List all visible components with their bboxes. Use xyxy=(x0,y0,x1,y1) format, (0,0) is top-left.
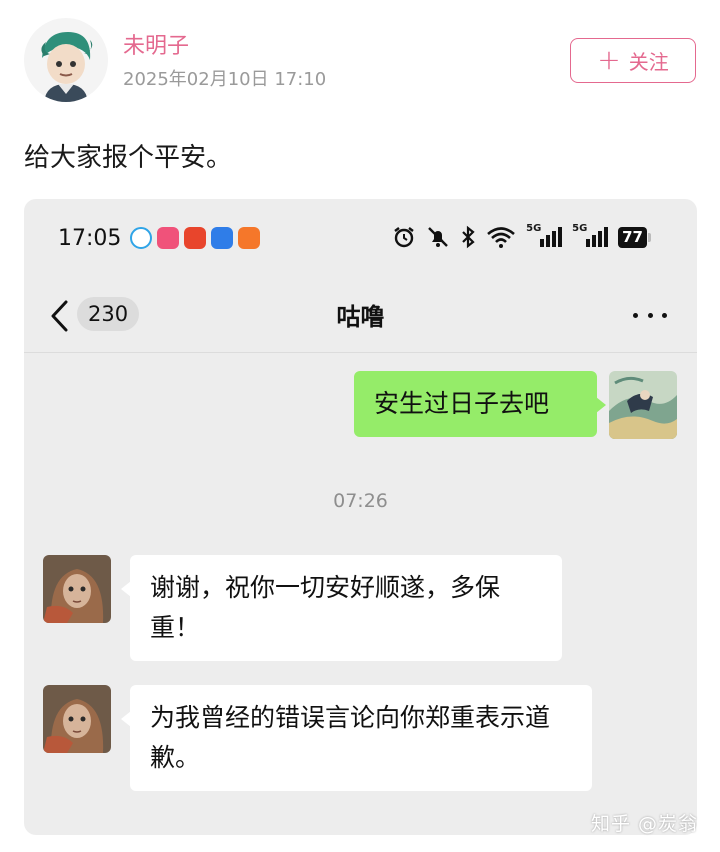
author-name[interactable]: 未明子 xyxy=(123,28,189,60)
my-avatar[interactable] xyxy=(609,371,677,439)
bluetooth-icon xyxy=(462,225,475,249)
battery-icon: 77 xyxy=(618,226,651,248)
system-status-icons: 5G 5G 77 xyxy=(392,223,651,249)
author-avatar[interactable] xyxy=(24,18,108,102)
message-app-icon xyxy=(130,227,152,249)
message-bubble-incoming[interactable]: 谢谢，祝你一切安好顺遂，多保重！ xyxy=(121,555,562,661)
shopping-app-icon xyxy=(184,227,206,249)
status-time: 17:05 xyxy=(58,226,122,251)
more-icon[interactable] xyxy=(633,303,667,327)
phone-app-icon xyxy=(211,227,233,249)
alarm-icon xyxy=(394,227,414,248)
plus-icon: + xyxy=(597,42,621,76)
follow-label: 关注 xyxy=(628,50,669,74)
network-type-label: 5G xyxy=(526,223,542,234)
signal-icon: 5G xyxy=(526,223,563,247)
contact-avatar[interactable] xyxy=(43,555,111,623)
contact-avatar[interactable] xyxy=(43,685,111,753)
status-bar: 17:05 5G 5G 77 xyxy=(24,199,697,279)
message-bubble-incoming[interactable]: 为我曾经的错误言论向你郑重表示道歉。 xyxy=(121,685,592,791)
signal-icon: 5G xyxy=(572,223,609,247)
chat-nav-bar: 230 咕噜 xyxy=(24,279,697,353)
network-type-label: 5G xyxy=(572,223,588,234)
notification-app-icons xyxy=(130,227,260,249)
chat-screenshot-image[interactable]: 17:05 5G 5G 77 230 咕噜 安生过日子去吧 07:26 谢谢，祝… xyxy=(24,199,697,835)
chat-title: 咕噜 xyxy=(336,303,385,331)
taobao-app-icon xyxy=(238,227,260,249)
watermark: 知乎 @炭翁 xyxy=(590,813,698,835)
mute-icon xyxy=(428,227,448,247)
post-timestamp: 2025年02月10日 17:10 xyxy=(123,69,327,90)
post-text: 给大家报个平安。 xyxy=(24,143,233,173)
wifi-icon xyxy=(487,227,515,248)
message-bubble-outgoing[interactable]: 安生过日子去吧 xyxy=(354,371,606,437)
battery-level: 77 xyxy=(618,226,647,248)
message-timestamp: 07:26 xyxy=(333,490,388,512)
music-app-icon xyxy=(157,227,179,249)
follow-button[interactable]: + 关注 xyxy=(570,38,696,83)
